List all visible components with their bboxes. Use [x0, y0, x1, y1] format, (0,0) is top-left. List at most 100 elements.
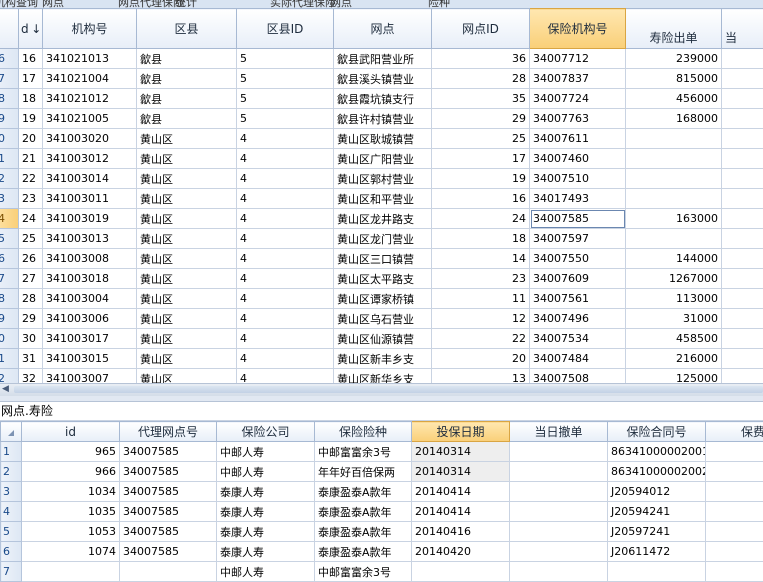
cell-county-id[interactable]: 4 [237, 249, 334, 269]
cell-county[interactable]: 黄山区 [137, 149, 237, 169]
cell-same-day-cancel[interactable] [510, 482, 608, 502]
header-branch-id[interactable]: 网点ID [432, 9, 530, 49]
cell-same-day[interactable] [722, 249, 763, 269]
cell-product[interactable]: 泰康盈泰A款年 [315, 502, 412, 522]
table-row[interactable]: 2222341003014黄山区4黄山区郭村营业1934007510 [0, 169, 763, 189]
cell-county[interactable]: 黄山区 [137, 189, 237, 209]
cell-company[interactable]: 中邮人寿 [217, 562, 315, 582]
row-number[interactable]: 30 [0, 329, 19, 349]
cell-branch-id[interactable]: 14 [432, 249, 530, 269]
cell-premium[interactable] [706, 442, 763, 462]
cell-same-day[interactable] [722, 109, 763, 129]
cell-insure-date[interactable]: 20140416 [412, 522, 510, 542]
cell-insure-date[interactable] [412, 562, 510, 582]
header-premium[interactable]: 保费 [706, 422, 763, 442]
table-row[interactable]: 7中邮人寿中邮富富余3号 [1, 562, 763, 582]
cell-d[interactable]: 25 [19, 229, 43, 249]
table-row[interactable]: 2424341003019黄山区4黄山区龙井路支2434007585163000 [0, 209, 763, 229]
corner-cell[interactable] [1, 422, 22, 442]
table-row[interactable]: 3131341003015黄山区4黄山区新丰乡支2034007484216000 [0, 349, 763, 369]
cell-d[interactable]: 30 [19, 329, 43, 349]
cell-d[interactable]: 31 [19, 349, 43, 369]
row-number[interactable]: 16 [0, 49, 19, 69]
cell-contract-no[interactable]: J20594012 [608, 482, 706, 502]
cell-branch-id[interactable]: 17 [432, 149, 530, 169]
cell-branch-id[interactable]: 20 [432, 349, 530, 369]
header-org-id[interactable]: 机构号 [43, 9, 137, 49]
cell-life-issued[interactable]: 239000 [626, 49, 722, 69]
cell-branch[interactable]: 黄山区郭村营业 [334, 169, 432, 189]
cell-agent-branch[interactable]: 34007585 [120, 502, 217, 522]
cell-insurance-org-id[interactable]: 34007585 [530, 209, 626, 229]
cell-life-issued[interactable]: 458500 [626, 329, 722, 349]
header-same-day[interactable]: 当 [722, 9, 763, 49]
cell-county[interactable]: 黄山区 [137, 129, 237, 149]
table-row[interactable]: 2929341003006黄山区4黄山区乌石营业123400749631000 [0, 309, 763, 329]
row-number[interactable]: 26 [0, 249, 19, 269]
cell-id[interactable]: 1053 [22, 522, 120, 542]
table-row[interactable]: 5105334007585泰康人寿泰康盈泰A款年20140416J2059724… [1, 522, 763, 542]
cell-branch-id[interactable]: 11 [432, 289, 530, 309]
cell-branch[interactable]: 黄山区太平路支 [334, 269, 432, 289]
cell-org-id[interactable]: 341003012 [43, 149, 137, 169]
cell-d[interactable]: 19 [19, 109, 43, 129]
cell-insurance-org-id[interactable]: 34007611 [530, 129, 626, 149]
cell-insurance-org-id[interactable]: 34007510 [530, 169, 626, 189]
cell-d[interactable]: 22 [19, 169, 43, 189]
table-row[interactable]: 1919341021005歙县5歙县许村镇营业2934007763168000 [0, 109, 763, 129]
cell-premium[interactable] [706, 482, 763, 502]
cell-id[interactable] [22, 562, 120, 582]
cell-same-day[interactable] [722, 229, 763, 249]
corner-cell[interactable] [0, 9, 19, 49]
cell-agent-branch[interactable]: 34007585 [120, 442, 217, 462]
cell-id[interactable]: 1074 [22, 542, 120, 562]
cell-org-id[interactable]: 341021012 [43, 89, 137, 109]
cell-branch-id[interactable]: 19 [432, 169, 530, 189]
header-agent-branch[interactable]: 代理网点号 [120, 422, 217, 442]
cell-branch[interactable]: 黄山区广阳营业 [334, 149, 432, 169]
cell-product[interactable]: 中邮富富余3号 [315, 442, 412, 462]
cell-county[interactable]: 歙县 [137, 89, 237, 109]
header-county[interactable]: 区县 [137, 9, 237, 49]
cell-life-issued[interactable] [626, 229, 722, 249]
cell-branch-id[interactable]: 36 [432, 49, 530, 69]
header-company[interactable]: 保险公司 [217, 422, 315, 442]
cell-branch-id[interactable]: 35 [432, 89, 530, 109]
cell-county-id[interactable]: 4 [237, 189, 334, 209]
cell-org-id[interactable]: 341003015 [43, 349, 137, 369]
cell-branch[interactable]: 黄山区三口镇营 [334, 249, 432, 269]
cell-same-day[interactable] [722, 189, 763, 209]
cell-same-day[interactable] [722, 269, 763, 289]
cell-product[interactable]: 年年好百倍保两 [315, 462, 412, 482]
cell-company[interactable]: 泰康人寿 [217, 482, 315, 502]
cell-company[interactable]: 泰康人寿 [217, 542, 315, 562]
cell-d[interactable]: 16 [19, 49, 43, 69]
table-row[interactable]: 2626341003008黄山区4黄山区三口镇营1434007550144000 [0, 249, 763, 269]
cell-org-id[interactable]: 341003013 [43, 229, 137, 249]
cell-county[interactable]: 黄山区 [137, 209, 237, 229]
cell-branch[interactable]: 歙县霞坑镇支行 [334, 89, 432, 109]
cell-same-day-cancel[interactable] [510, 562, 608, 582]
horizontal-scrollbar[interactable]: ◀ [0, 383, 763, 397]
cell-county[interactable]: 歙县 [137, 109, 237, 129]
cell-county-id[interactable]: 4 [237, 289, 334, 309]
cell-d[interactable]: 26 [19, 249, 43, 269]
cell-same-day-cancel[interactable] [510, 542, 608, 562]
cell-same-day[interactable] [722, 209, 763, 229]
table-row[interactable]: 2020341003020黄山区4黄山区耿城镇营2534007611 [0, 129, 763, 149]
cell-life-issued[interactable]: 163000 [626, 209, 722, 229]
header-branch[interactable]: 网点 [334, 9, 432, 49]
row-number[interactable]: 4 [1, 502, 22, 522]
cell-org-id[interactable]: 341003006 [43, 309, 137, 329]
table-row[interactable]: 4103534007585泰康人寿泰康盈泰A款年20140414J2059424… [1, 502, 763, 522]
table-row[interactable]: 2727341003018黄山区4黄山区太平路支2334007609126700… [0, 269, 763, 289]
cell-life-issued[interactable] [626, 169, 722, 189]
cell-branch-id[interactable]: 29 [432, 109, 530, 129]
row-number[interactable]: 2 [1, 462, 22, 482]
cell-company[interactable]: 中邮人寿 [217, 462, 315, 482]
cell-branch[interactable]: 歙县许村镇营业 [334, 109, 432, 129]
cell-same-day[interactable] [722, 69, 763, 89]
cell-contract-no[interactable]: 86341000002002 [608, 462, 706, 482]
cell-d[interactable]: 29 [19, 309, 43, 329]
cell-county-id[interactable]: 4 [237, 209, 334, 229]
